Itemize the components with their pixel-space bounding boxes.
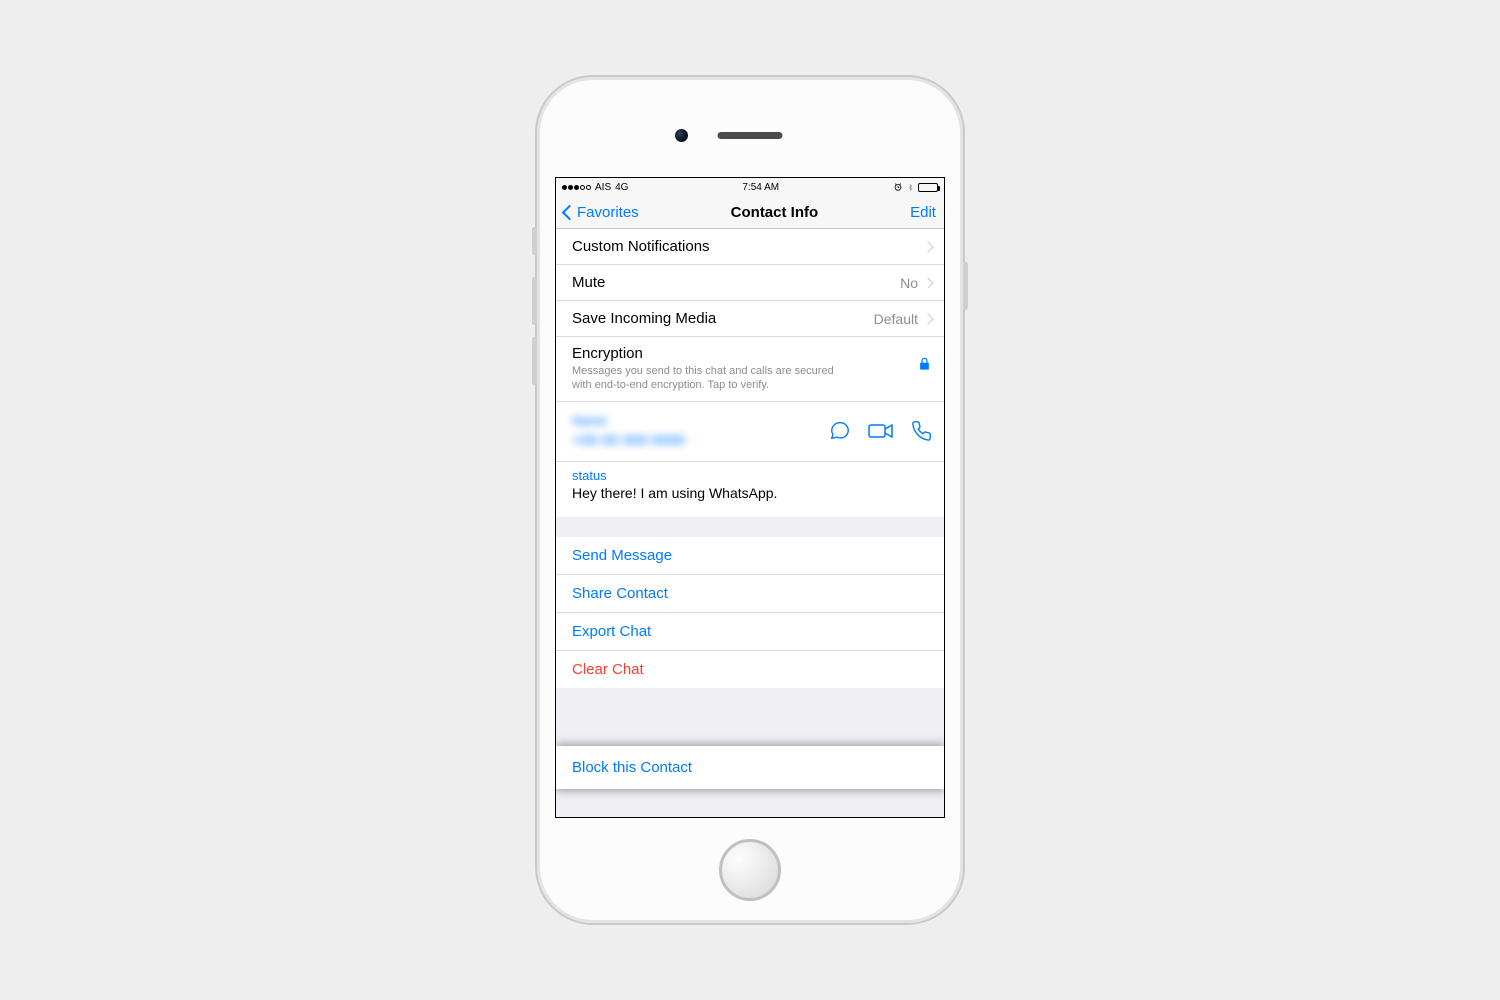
iphone-frame: AIS 4G 7:54 AM Favorites Contact Info E xyxy=(535,75,965,925)
clear-chat-row[interactable]: Clear Chat xyxy=(556,651,944,688)
chevron-right-icon xyxy=(922,241,933,252)
send-message-row[interactable]: Send Message xyxy=(556,537,944,575)
mute-row[interactable]: Mute No xyxy=(556,265,944,301)
front-camera xyxy=(675,129,688,142)
mute-label: Mute xyxy=(572,274,605,291)
contact-phone-blurred: +00 00 000 0000 xyxy=(572,430,685,451)
clear-chat-label: Clear Chat xyxy=(572,661,644,678)
status-bar: AIS 4G 7:54 AM xyxy=(556,178,944,196)
network-label: 4G xyxy=(615,182,628,193)
actions-group: Send Message Share Contact Export Chat C… xyxy=(556,537,944,688)
status-text: Hey there! I am using WhatsApp. xyxy=(572,485,928,501)
export-chat-row[interactable]: Export Chat xyxy=(556,613,944,651)
back-button[interactable]: Favorites xyxy=(564,204,639,221)
navigation-bar: Favorites Contact Info Edit xyxy=(556,196,944,229)
block-contact-row[interactable]: Block this Contact xyxy=(556,746,944,789)
screen: AIS 4G 7:54 AM Favorites Contact Info E xyxy=(555,177,945,818)
lock-icon xyxy=(917,355,932,373)
save-media-row[interactable]: Save Incoming Media Default xyxy=(556,301,944,337)
encryption-row[interactable]: Encryption Messages you send to this cha… xyxy=(556,337,944,402)
mute-switch xyxy=(532,227,537,255)
custom-notifications-row[interactable]: Custom Notifications xyxy=(556,229,944,265)
status-label: status xyxy=(572,468,928,483)
share-contact-row[interactable]: Share Contact xyxy=(556,575,944,613)
chevron-right-icon xyxy=(922,313,933,324)
video-call-icon[interactable] xyxy=(868,420,894,442)
encryption-description: Messages you send to this chat and calls… xyxy=(572,364,852,393)
save-media-label: Save Incoming Media xyxy=(572,310,716,327)
alarm-icon xyxy=(893,182,903,192)
bluetooth-icon xyxy=(907,182,914,193)
edit-button[interactable]: Edit xyxy=(910,204,936,221)
block-contact-label: Block this Contact xyxy=(572,759,692,776)
encryption-label: Encryption xyxy=(572,345,852,362)
phone-call-icon[interactable] xyxy=(910,420,932,442)
content-scroll[interactable]: Custom Notifications Mute No Save Incomi… xyxy=(556,229,944,817)
clock-label: 7:54 AM xyxy=(742,182,779,193)
earpiece-speaker xyxy=(718,132,783,139)
volume-up-button xyxy=(532,277,537,325)
chevron-left-icon xyxy=(562,204,578,220)
carrier-label: AIS xyxy=(595,182,611,193)
message-icon[interactable] xyxy=(828,420,852,442)
power-button xyxy=(963,262,968,310)
volume-down-button xyxy=(532,337,537,385)
settings-group: Custom Notifications Mute No Save Incomi… xyxy=(556,229,944,517)
custom-notifications-label: Custom Notifications xyxy=(572,238,710,255)
send-message-label: Send Message xyxy=(572,547,672,564)
battery-icon xyxy=(918,183,938,192)
block-contact-group: Block this Contact xyxy=(556,746,944,789)
contact-phone-row: Name +00 00 000 0000 xyxy=(556,402,944,462)
save-media-value: Default xyxy=(874,311,918,327)
chevron-right-icon xyxy=(922,277,933,288)
status-section: status Hey there! I am using WhatsApp. xyxy=(556,462,944,517)
signal-dots-icon xyxy=(562,185,591,190)
share-contact-label: Share Contact xyxy=(572,585,668,602)
mute-value: No xyxy=(900,275,918,291)
contact-name-blurred: Name xyxy=(572,412,685,430)
page-title: Contact Info xyxy=(731,204,819,221)
export-chat-label: Export Chat xyxy=(572,623,651,640)
home-button[interactable] xyxy=(719,839,781,901)
back-label: Favorites xyxy=(577,204,639,221)
